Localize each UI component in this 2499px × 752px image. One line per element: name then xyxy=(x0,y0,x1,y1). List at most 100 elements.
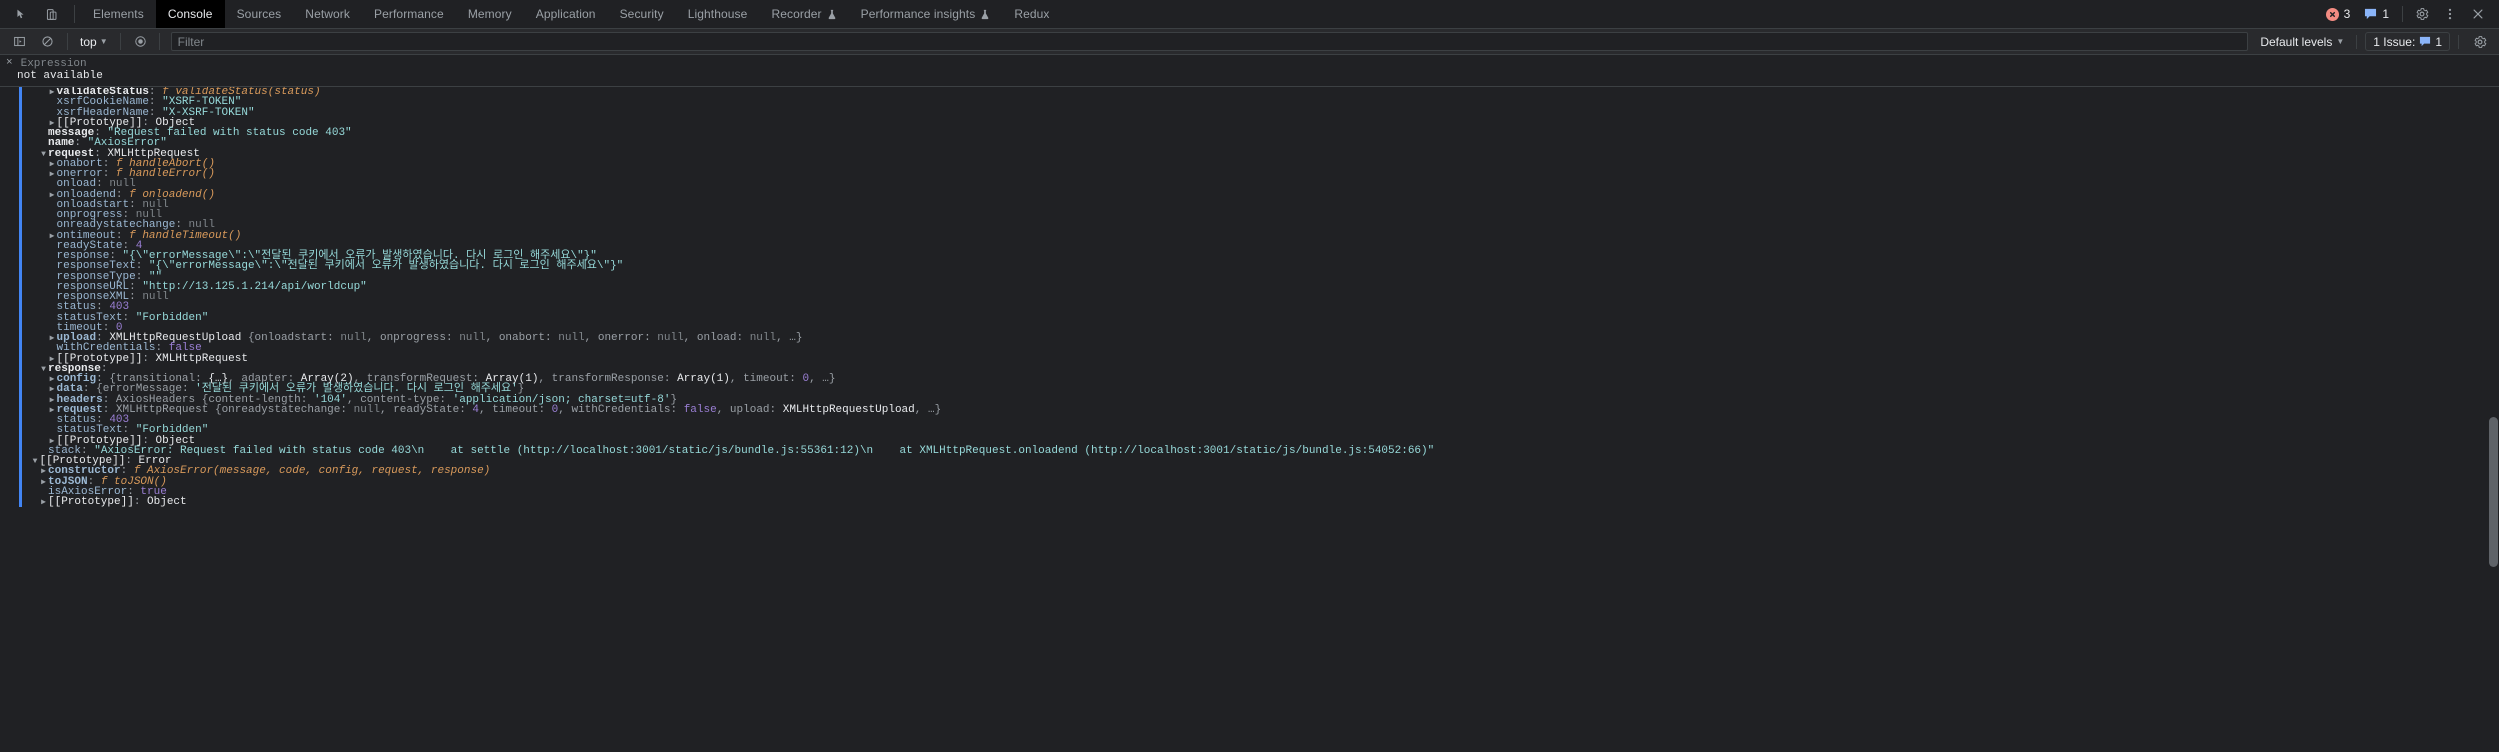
live-expression-row[interactable]: × Expression xyxy=(0,57,2499,70)
console-token: AxiosError(message, code, config, reques… xyxy=(147,465,491,478)
console-token: null xyxy=(142,291,169,303)
console-message-area[interactable]: ▶ validateStatus: f validateStatus(status… xyxy=(0,87,2499,751)
console-property-line[interactable]: withCredentials: false xyxy=(22,343,2499,354)
console-token: "http://13.125.1.214/api/worldcup" xyxy=(142,280,367,293)
console-property-line[interactable]: onreadystatechange: null xyxy=(22,220,2499,231)
console-property-line[interactable]: ▶ onerror: f handleError() xyxy=(22,169,2499,180)
chevron-right-icon[interactable]: ▶ xyxy=(39,498,48,508)
console-token: XMLHttpRequestUpload xyxy=(782,403,915,416)
console-token: onloadstart xyxy=(254,332,328,344)
console-token: : xyxy=(133,496,148,508)
tab-sources[interactable]: Sources xyxy=(225,0,294,28)
console-property-line[interactable]: xsrfCookieName: "XSRF-TOKEN" xyxy=(22,97,2499,108)
console-property-line[interactable]: responseXML: null xyxy=(22,291,2499,303)
tab-recorder[interactable]: Recorder xyxy=(759,0,848,28)
execution-context-selector[interactable]: top ▼ xyxy=(75,34,113,50)
console-property-line[interactable]: ▶ request: XMLHttpRequest {onreadystatech… xyxy=(22,403,2499,416)
tab-security[interactable]: Security xyxy=(608,0,676,28)
console-property-line[interactable]: status: 403 xyxy=(22,302,2499,313)
tab-elements[interactable]: Elements xyxy=(81,0,156,28)
tab-label: Network xyxy=(305,7,351,21)
divider xyxy=(2458,34,2459,49)
console-property-line[interactable]: statusText: "Forbidden" xyxy=(22,425,2499,436)
more-options-icon[interactable] xyxy=(2437,3,2463,25)
chevron-down-icon[interactable]: ▼ xyxy=(39,365,48,375)
console-property-line[interactable]: ▶ toJSON: f toJSON() xyxy=(22,476,2499,487)
device-toolbar-icon[interactable] xyxy=(38,3,64,25)
console-property-line[interactable]: ▼ request: XMLHttpRequest xyxy=(22,148,2499,160)
console-settings-icon[interactable] xyxy=(2467,31,2493,53)
console-property-line[interactable]: responseType: "" xyxy=(22,271,2499,282)
tab-application[interactable]: Application xyxy=(524,0,608,28)
console-token: : xyxy=(446,332,460,344)
console-property-line[interactable]: ▶ [[Prototype]]: Object xyxy=(22,117,2499,128)
tab-performance-insights[interactable]: Performance insights xyxy=(849,0,1003,28)
tab-lighthouse[interactable]: Lighthouse xyxy=(676,0,760,28)
console-property-line[interactable]: stack: "AxiosError: Request failed with … xyxy=(22,445,2499,456)
log-levels-selector[interactable]: Default levels ▼ xyxy=(2256,34,2348,50)
console-token: , xyxy=(538,373,552,385)
scrollbar-thumb[interactable] xyxy=(2489,417,2498,567)
console-property-line[interactable]: isAxiosError: true xyxy=(22,486,2499,497)
console-property-line[interactable]: ▶ onloadend: f onloadend() xyxy=(22,189,2499,200)
console-token: XMLHttpRequest xyxy=(115,403,215,416)
console-property-line[interactable]: ▶ ontimeout: f handleTimeout() xyxy=(22,229,2499,242)
close-icon[interactable]: × xyxy=(6,58,13,69)
console-property-line[interactable]: onprogress: null xyxy=(22,210,2499,221)
divider xyxy=(2356,34,2358,49)
console-property-line[interactable]: responseText: "{\"errorMessage\":\"전달된 쿠… xyxy=(22,261,2499,272)
tab-memory[interactable]: Memory xyxy=(456,0,524,28)
live-expression-icon[interactable] xyxy=(128,31,154,53)
console-token: timeout xyxy=(743,373,790,385)
close-icon[interactable] xyxy=(2465,3,2491,25)
console-token: timeout xyxy=(492,403,539,416)
chevron-down-icon: ▼ xyxy=(99,37,108,46)
console-sidebar-icon[interactable] xyxy=(6,31,32,53)
tab-network[interactable]: Network xyxy=(293,0,362,28)
console-property-line[interactable]: ▶ onabort: f handleAbort() xyxy=(22,158,2499,169)
tab-console[interactable]: Console xyxy=(155,0,225,28)
console-property-line[interactable]: ▶ upload: XMLHttpRequestUpload {onloadsta… xyxy=(22,332,2499,344)
console-property-line[interactable]: ▶ validateStatus: f validateStatus(status… xyxy=(22,87,2499,98)
console-token: null xyxy=(353,403,380,416)
issues-badge[interactable]: 1 Issue: 1 xyxy=(2365,32,2450,51)
tab-redux[interactable]: Redux xyxy=(1002,0,1061,28)
console-token: transformResponse xyxy=(551,373,664,385)
error-count-chip[interactable]: 3 xyxy=(2321,6,2358,22)
error-count: 3 xyxy=(2343,7,2351,21)
console-property-line[interactable]: statusText: "Forbidden" xyxy=(22,312,2499,323)
console-property-line[interactable]: status: 403 xyxy=(22,415,2499,426)
console-token: handleTimeout() xyxy=(142,229,242,242)
console-toolbar-right: Default levels ▼ 1 Issue: 1 xyxy=(2256,31,2495,53)
issues-count: 1 xyxy=(2435,34,2442,49)
chevron-down-icon[interactable]: ▼ xyxy=(39,150,48,160)
console-property-line[interactable]: xsrfHeaderName: "X-XSRF-TOKEN" xyxy=(22,107,2499,118)
gear-icon[interactable] xyxy=(2409,3,2435,25)
console-property-line[interactable]: message: "Request failed with status cod… xyxy=(22,128,2499,139)
console-property-line[interactable]: ▶ [[Prototype]]: XMLHttpRequest xyxy=(22,353,2499,364)
console-token: onprogress xyxy=(379,332,446,344)
tab-performance[interactable]: Performance xyxy=(362,0,456,28)
console-property-line[interactable]: responseURL: "http://13.125.1.214/api/wo… xyxy=(22,280,2499,293)
console-property-line[interactable]: onload: null xyxy=(22,179,2499,190)
chevron-right-icon[interactable]: ▶ xyxy=(48,385,57,395)
console-token: null xyxy=(657,332,684,344)
console-property-line[interactable]: ▶ [[Prototype]]: Object xyxy=(22,496,2499,508)
console-property-line[interactable]: ▶ constructor: f AxiosError(message, code… xyxy=(22,465,2499,478)
tab-label: Performance xyxy=(374,7,444,21)
live-expression-value: not available xyxy=(17,70,103,82)
tab-label: Elements xyxy=(93,7,144,21)
chevron-right-icon[interactable]: ▶ xyxy=(39,467,48,477)
console-property-line[interactable]: name: "AxiosError" xyxy=(22,138,2499,149)
console-token: onabort xyxy=(498,332,546,344)
inspect-element-icon[interactable] xyxy=(8,3,34,25)
console-scrollbar[interactable] xyxy=(2488,87,2499,751)
console-token: : xyxy=(545,332,559,344)
info-count-chip[interactable]: 1 xyxy=(2359,6,2396,22)
clear-console-icon[interactable] xyxy=(34,31,60,53)
tab-label: Redux xyxy=(1014,7,1050,21)
filter-input[interactable] xyxy=(170,32,2249,51)
console-token: upload xyxy=(729,403,770,416)
console-property-line[interactable]: onloadstart: null xyxy=(22,199,2499,210)
